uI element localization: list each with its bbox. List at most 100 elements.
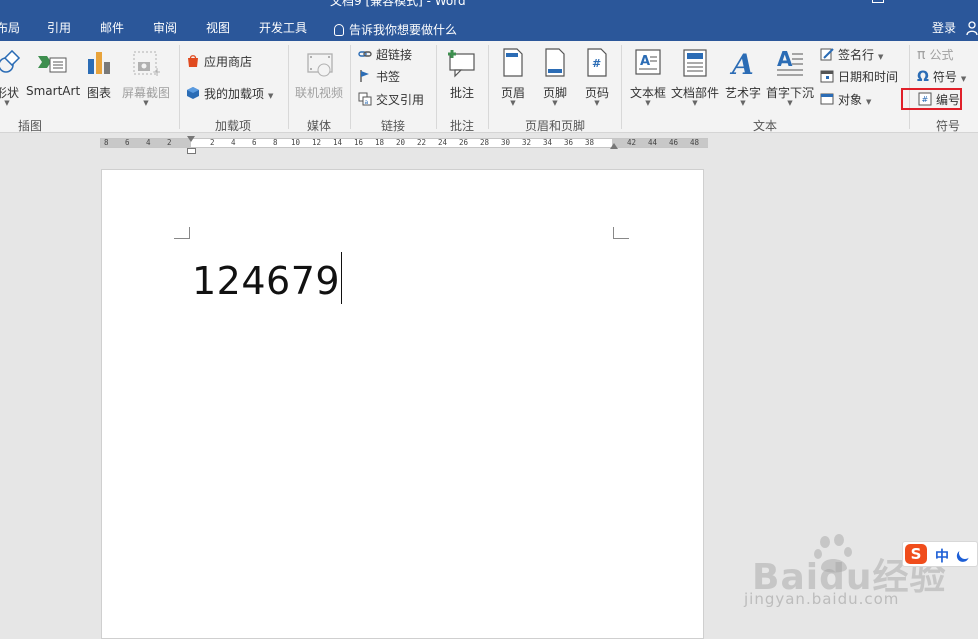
- ruler-tick: 16: [354, 138, 364, 147]
- shapes-button[interactable]: 形状 ▼: [0, 46, 22, 107]
- margin-corner-mark: [613, 227, 629, 239]
- tab-layout[interactable]: 布局: [0, 19, 20, 36]
- ruler-tick: 34: [543, 138, 553, 147]
- textbox-button[interactable]: A 文本框 ▼: [628, 46, 668, 107]
- group-label-media: 媒体: [307, 119, 332, 133]
- left-indent-marker[interactable]: [187, 148, 196, 154]
- my-addins-label: 我的加载项: [204, 87, 265, 101]
- addins-icon: [187, 87, 199, 99]
- smartart-button[interactable]: SmartArt: [26, 46, 81, 106]
- quick-parts-button[interactable]: 文档部件 ▼: [670, 46, 720, 107]
- ruler-tick: 48: [690, 138, 700, 147]
- svg-text:a: a: [365, 99, 369, 106]
- group-separator: [909, 45, 910, 129]
- window-title: 文档9 [兼容模式] - Word: [330, 0, 466, 8]
- restore-window-icon[interactable]: [872, 0, 884, 3]
- store-button[interactable]: 应用商店: [186, 53, 252, 71]
- ruler-tick: 18: [375, 138, 385, 147]
- header-button[interactable]: 页眉 ▼: [496, 46, 530, 107]
- sogou-logo-icon: S: [905, 544, 927, 564]
- ruler-tick: 36: [564, 138, 574, 147]
- wordart-icon: A: [729, 48, 754, 78]
- ruler-tick: 28: [480, 138, 490, 147]
- wordart-button[interactable]: A 艺术字 ▼: [724, 46, 762, 107]
- signature-line-label: 签名行: [838, 48, 875, 62]
- comment-icon: [448, 50, 475, 78]
- tab-review[interactable]: 审阅: [153, 19, 177, 36]
- tab-mailings[interactable]: 邮件: [100, 19, 124, 36]
- moon-icon[interactable]: [957, 545, 972, 560]
- bookmark-button[interactable]: 书签: [358, 68, 400, 86]
- dropdown-arrow-icon: ▼: [268, 92, 274, 100]
- footer-button[interactable]: 页脚 ▼: [538, 46, 572, 107]
- tab-developer[interactable]: 开发工具: [259, 19, 307, 36]
- dropdown-arrow-icon: ▼: [740, 99, 746, 107]
- margin-corner-mark: [174, 227, 190, 239]
- drop-cap-button[interactable]: A 首字下沉 ▼: [764, 46, 816, 107]
- group-label-addins: 加载项: [215, 119, 252, 133]
- date-time-button[interactable]: 日期和时间: [820, 68, 898, 86]
- chart-label: 图表: [86, 86, 111, 100]
- ruler-tick: 22: [417, 138, 427, 147]
- page-number-button[interactable]: # 页码 ▼: [580, 46, 614, 107]
- ruler-tick: 6: [125, 138, 130, 147]
- ime-toolbar[interactable]: S 中: [902, 541, 978, 567]
- group-label-comments: 批注: [450, 119, 475, 133]
- document-body[interactable]: 124679: [192, 252, 343, 304]
- ruler-tick: 8: [104, 138, 109, 147]
- bookmark-label: 书签: [376, 70, 401, 84]
- signature-line-button[interactable]: 签名行 ▼: [820, 46, 883, 64]
- document-text[interactable]: 124679: [192, 259, 340, 303]
- chart-button[interactable]: 图表: [84, 46, 114, 106]
- group-label-symbols: 符号: [936, 119, 961, 133]
- ruler-tick: 6: [252, 138, 257, 147]
- comment-button[interactable]: 批注: [444, 46, 480, 106]
- dropdown-arrow-icon: ▼: [510, 99, 516, 107]
- drop-cap-icon: A: [777, 48, 803, 76]
- dropdown-arrow-icon: ▼: [960, 75, 967, 83]
- login-link[interactable]: 登录: [932, 19, 956, 36]
- hyperlink-button[interactable]: 超链接: [358, 46, 412, 64]
- ruler-tick: 12: [312, 138, 322, 147]
- ruler-tick: 8: [273, 138, 278, 147]
- group-label-text: 文本: [753, 119, 778, 133]
- svg-text:#: #: [592, 57, 601, 70]
- object-button[interactable]: 对象 ▼: [820, 91, 871, 109]
- dropdown-arrow-icon: ▼: [594, 99, 600, 107]
- header-icon: [503, 48, 523, 77]
- store-label: 应用商店: [204, 55, 253, 69]
- footer-icon: [545, 48, 565, 77]
- smartart-label: SmartArt: [26, 84, 81, 98]
- tell-me-box[interactable]: 告诉我你想要做什么: [334, 21, 457, 38]
- tab-references[interactable]: 引用: [47, 19, 71, 36]
- page-number-icon: #: [587, 48, 607, 77]
- tab-view[interactable]: 视图: [206, 19, 230, 36]
- ruler-tick: 14: [333, 138, 343, 147]
- ruler-tick: 32: [522, 138, 532, 147]
- my-addins-button[interactable]: 我的加载项 ▼: [186, 85, 273, 103]
- dropdown-arrow-icon: ▼: [866, 98, 872, 106]
- calendar-icon: [820, 70, 834, 83]
- tell-me-text: 告诉我你想要做什么: [349, 23, 458, 37]
- equation-button[interactable]: π 公式: [917, 46, 953, 64]
- ruler-tick: 10: [291, 138, 301, 147]
- textbox-icon: A: [635, 49, 661, 75]
- comment-label: 批注: [449, 86, 474, 100]
- cross-reference-button[interactable]: a 交叉引用: [358, 91, 424, 109]
- right-indent-marker[interactable]: [610, 143, 618, 149]
- ruler-tick: 4: [231, 138, 236, 147]
- document-page[interactable]: 124679: [101, 169, 704, 639]
- smartart-icon: [38, 56, 67, 73]
- store-icon: [188, 55, 198, 67]
- ime-mode-toggle[interactable]: 中: [935, 546, 949, 566]
- watermark-url: jingyan.baidu.com: [744, 590, 900, 608]
- screenshot-button[interactable]: + 屏幕截图 ▼: [120, 46, 172, 107]
- dropdown-arrow-icon: ▼: [552, 99, 558, 107]
- online-video-button[interactable]: 联机视频: [291, 46, 347, 106]
- user-icon[interactable]: [966, 21, 978, 35]
- ruler-tick: 20: [396, 138, 406, 147]
- group-label-illustrations: 插图: [18, 119, 43, 133]
- object-label: 对象: [838, 93, 863, 107]
- first-line-indent-marker[interactable]: [187, 136, 195, 142]
- symbol-button[interactable]: Ω 符号 ▼: [917, 68, 966, 86]
